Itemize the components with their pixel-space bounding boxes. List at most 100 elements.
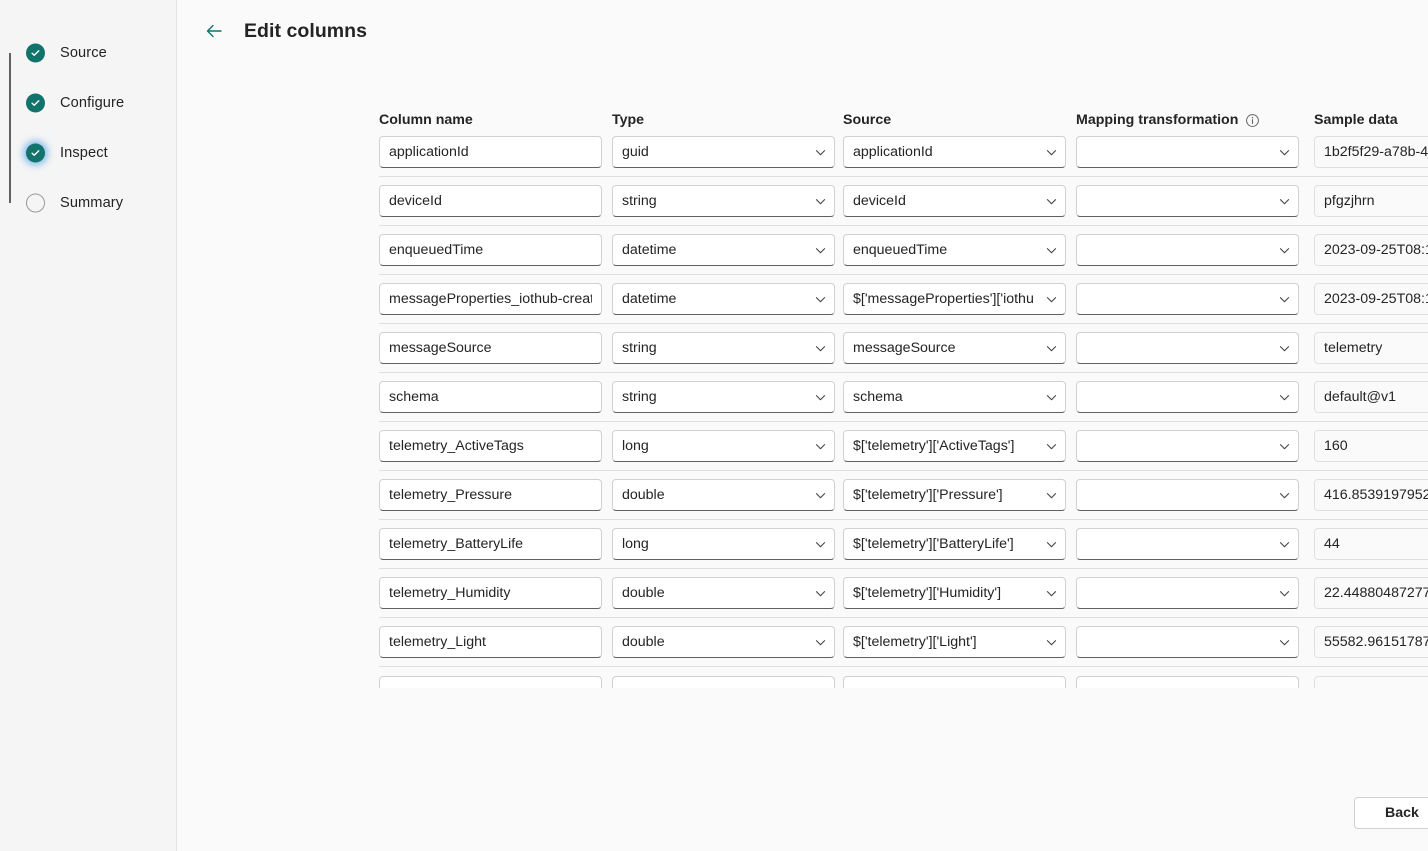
sample-data-value: telemetry [1324, 340, 1383, 356]
back-button[interactable]: Back [1354, 797, 1428, 829]
column-name-input[interactable]: applicationId [379, 136, 602, 168]
table-row: telemetry_Pressure double $['telemetry']['… [379, 471, 1428, 520]
columns-table: Column name Type Source Mapping transfor… [177, 106, 1428, 688]
chevron-down-icon [1274, 682, 1294, 689]
cell-mapping-transformation [1076, 430, 1314, 462]
stepper-item-configure[interactable]: Configure [26, 78, 176, 128]
mapping-transformation-dropdown[interactable] [1076, 675, 1299, 689]
source-dropdown[interactable]: messageSource [843, 332, 1066, 364]
table-row: messageProperties_iothub-creat datetime $[… [379, 275, 1428, 324]
column-name-input[interactable] [379, 675, 602, 688]
source-dropdown[interactable]: schema [843, 381, 1066, 413]
column-name-input[interactable]: telemetry_Humidity [379, 577, 602, 609]
stepper-item-inspect[interactable]: Inspect [26, 128, 176, 178]
mapping-transformation-dropdown[interactable] [1076, 577, 1299, 609]
mapping-transformation-dropdown[interactable] [1076, 234, 1299, 266]
source-dropdown[interactable]: $['telemetry']['ActiveTags'] [843, 430, 1066, 462]
type-dropdown[interactable]: string [612, 381, 835, 413]
source-dropdown[interactable]: $['telemetry']['Light'] [843, 626, 1066, 658]
mapping-transformation-dropdown[interactable] [1076, 283, 1299, 315]
source-dropdown[interactable] [843, 675, 1066, 688]
cell-sample-data: 2023-09-25T08:11:09.05Z [1314, 283, 1428, 315]
cell-type: string [612, 185, 843, 217]
chevron-down-icon [1041, 632, 1061, 652]
type-value: string [622, 340, 657, 356]
panel-header: Edit columns [177, 0, 1428, 62]
type-dropdown[interactable]: string [612, 332, 835, 364]
type-dropdown[interactable]: double [612, 479, 835, 511]
chevron-down-icon [810, 338, 830, 358]
cell-column-name: telemetry_ActiveTags [379, 430, 612, 462]
type-dropdown[interactable]: double [612, 577, 835, 609]
table-row: telemetry_BatteryLife long $['telemetry'][… [379, 520, 1428, 569]
source-dropdown[interactable]: enqueuedTime [843, 234, 1066, 266]
sample-data-field: 2023-09-25T08:11:09.05Z [1314, 283, 1428, 315]
table-row: schema string schema default@v1 [379, 373, 1428, 422]
type-dropdown[interactable]: datetime [612, 283, 835, 315]
mapping-transformation-dropdown[interactable] [1076, 479, 1299, 511]
cell-mapping-transformation [1076, 136, 1314, 168]
stepper-item-summary[interactable]: Summary [26, 178, 176, 228]
source-value: $['telemetry']['BatteryLife'] [853, 536, 1014, 552]
sample-data-field: telemetry [1314, 332, 1428, 364]
cell-type: string [612, 381, 843, 413]
column-name-input[interactable]: schema [379, 381, 602, 413]
chevron-down-icon [1041, 240, 1061, 260]
source-dropdown[interactable]: $['telemetry']['Humidity'] [843, 577, 1066, 609]
chevron-down-icon [1041, 436, 1061, 456]
cell-column-name: telemetry_Pressure [379, 479, 612, 511]
chevron-down-icon [1274, 387, 1294, 407]
cell-sample-data: telemetry [1314, 332, 1428, 364]
source-value: $['telemetry']['Pressure'] [853, 487, 1003, 503]
table-row: telemetry_Humidity double $['telemetry']['… [379, 569, 1428, 618]
column-name-input[interactable]: messageProperties_iothub-creat [379, 283, 602, 315]
mapping-transformation-dropdown[interactable] [1076, 430, 1299, 462]
source-dropdown[interactable]: deviceId [843, 185, 1066, 217]
chevron-down-icon [1274, 534, 1294, 554]
column-name-input[interactable]: messageSource [379, 332, 602, 364]
chevron-down-icon [1274, 289, 1294, 309]
type-dropdown[interactable]: guid [612, 136, 835, 168]
type-dropdown[interactable]: datetime [612, 234, 835, 266]
mapping-transformation-dropdown[interactable] [1076, 381, 1299, 413]
cell-mapping-transformation [1076, 479, 1314, 511]
source-dropdown[interactable]: $['messageProperties']['iothu [843, 283, 1066, 315]
column-name-input[interactable]: telemetry_BatteryLife [379, 528, 602, 560]
type-dropdown[interactable]: long [612, 528, 835, 560]
column-name-input[interactable]: telemetry_ActiveTags [379, 430, 602, 462]
column-name-value: telemetry_Pressure [389, 487, 513, 503]
sample-data-field: 44 [1314, 528, 1428, 560]
type-dropdown[interactable]: double [612, 626, 835, 658]
chevron-down-icon [1274, 191, 1294, 211]
info-icon[interactable] [1245, 113, 1260, 128]
sample-data-value: 416.85391979528436 [1324, 487, 1428, 503]
column-name-input[interactable]: telemetry_Light [379, 626, 602, 658]
cell-type [612, 675, 843, 688]
type-dropdown[interactable]: string [612, 185, 835, 217]
source-value: $['telemetry']['Light'] [853, 634, 977, 650]
mapping-transformation-dropdown[interactable] [1076, 528, 1299, 560]
mapping-transformation-dropdown[interactable] [1076, 626, 1299, 658]
source-dropdown[interactable]: $['telemetry']['BatteryLife'] [843, 528, 1066, 560]
chevron-down-icon [810, 436, 830, 456]
column-name-input[interactable]: deviceId [379, 185, 602, 217]
source-dropdown[interactable]: $['telemetry']['Pressure'] [843, 479, 1066, 511]
column-name-value: applicationId [389, 144, 469, 160]
type-dropdown[interactable] [612, 675, 835, 688]
source-value: schema [853, 389, 903, 405]
mapping-transformation-dropdown[interactable] [1076, 332, 1299, 364]
cell-column-name [379, 675, 612, 688]
column-name-input[interactable]: telemetry_Pressure [379, 479, 602, 511]
table-row: telemetry_ActiveTags long $['telemetry']['… [379, 422, 1428, 471]
mapping-transformation-dropdown[interactable] [1076, 185, 1299, 217]
type-dropdown[interactable]: long [612, 430, 835, 462]
stepper-item-source[interactable]: Source [26, 28, 176, 78]
arrow-left-icon[interactable] [201, 18, 227, 44]
source-dropdown[interactable]: applicationId [843, 136, 1066, 168]
column-name-input[interactable]: enqueuedTime [379, 234, 602, 266]
cell-type: double [612, 577, 843, 609]
mapping-transformation-dropdown[interactable] [1076, 136, 1299, 168]
rows-scroll-viewport: applicationId guid applicationId 1b2f5f29-a… [177, 136, 1428, 688]
chevron-down-icon [810, 632, 830, 652]
cell-sample-data: 44 [1314, 528, 1428, 560]
